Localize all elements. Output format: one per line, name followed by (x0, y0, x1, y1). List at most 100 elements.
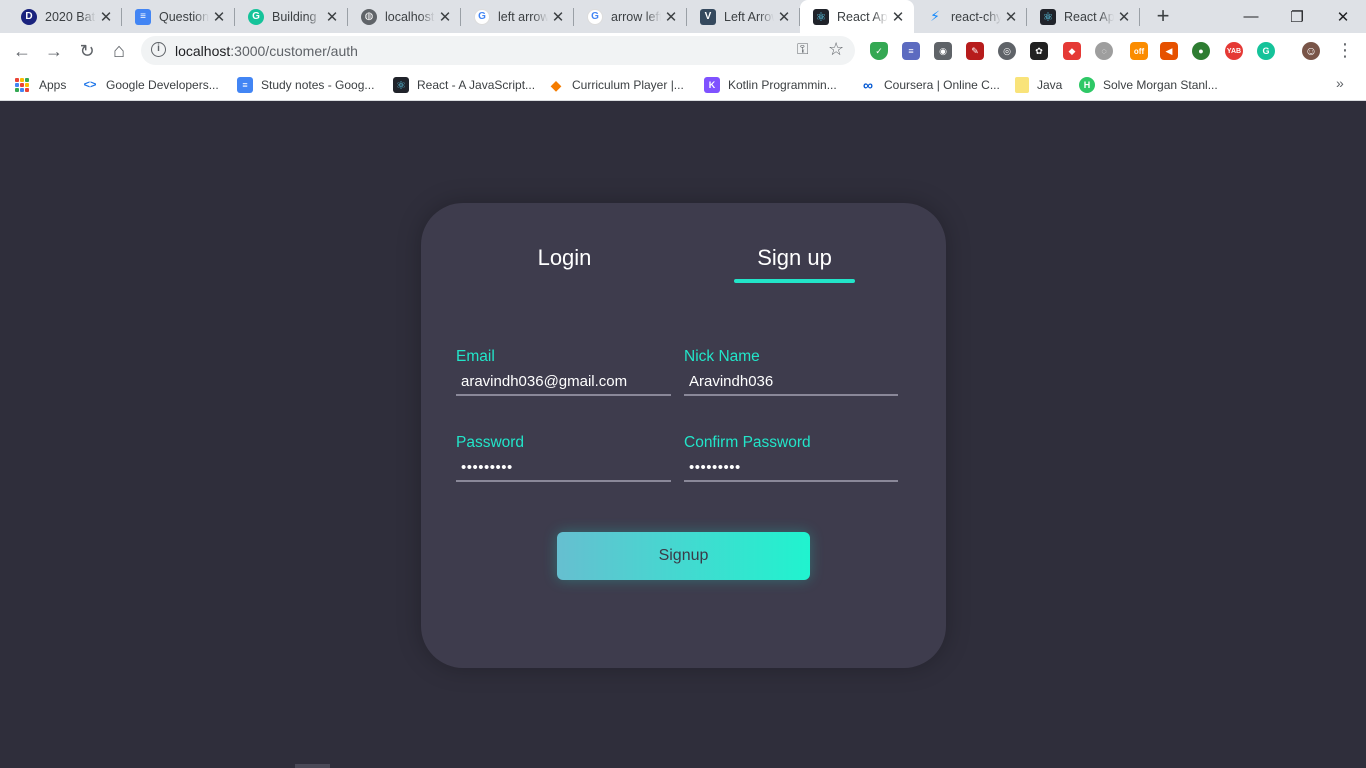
off-badge-ext-icon[interactable]: off (1130, 42, 1148, 60)
bookmark-react[interactable]: ⚛ React - A JavaScript... (393, 76, 535, 94)
bolt-icon: ⚡ (930, 8, 940, 24)
close-icon[interactable]: ✕ (661, 8, 681, 26)
shield-ext-icon[interactable]: ✓ (870, 42, 888, 60)
bookmark-kotlin[interactable]: K Kotlin Programmin... (704, 76, 837, 94)
kotlin-icon: K (704, 77, 720, 93)
email-input[interactable]: aravindh036@gmail.com (456, 368, 671, 396)
confirm-password-label: Confirm Password (684, 434, 811, 451)
bookmark-label: Java (1037, 78, 1063, 92)
site-info-icon[interactable]: i (151, 42, 166, 57)
nickname-field: Nick Name Aravindh036 (684, 348, 898, 396)
google-icon: G (587, 8, 603, 25)
bookmark-label: Google Developers... (106, 78, 219, 92)
google-icon: G (474, 8, 490, 25)
active-tab-underline (734, 279, 855, 283)
close-icon[interactable]: ✕ (209, 8, 229, 26)
circle-ext-icon[interactable]: ◎ (998, 42, 1016, 60)
bookmark-label: Kotlin Programmin... (728, 78, 837, 92)
eyedropper-ext-icon[interactable]: ✎ (966, 42, 984, 60)
reload-button[interactable]: ↻ (73, 37, 101, 65)
apps-grid-icon (15, 78, 29, 92)
email-label: Email (456, 348, 495, 365)
tab-title: React App (837, 9, 888, 24)
browser-tab-5[interactable]: G left arrow ✕ (461, 0, 574, 33)
bookmark-label: Coursera | Online C... (884, 78, 1000, 92)
tab-separator (1139, 8, 1140, 26)
new-tab-button[interactable]: + (1150, 4, 1176, 30)
bookmark-hackerrank[interactable]: H Solve Morgan Stanl... (1079, 76, 1218, 94)
nickname-label: Nick Name (684, 348, 760, 365)
bookmark-label: Solve Morgan Stanl... (1103, 78, 1218, 92)
maximize-button[interactable]: ❐ (1274, 0, 1320, 33)
bookmark-star-icon[interactable]: ☆ (828, 39, 844, 60)
tab-title: localhost (385, 9, 435, 24)
browser-tab-9[interactable]: ⚡ react-chy ✕ (914, 0, 1027, 33)
bookmark-coursera[interactable]: ∞ Coursera | Online C... (860, 76, 1000, 94)
puzzle-ext-icon[interactable]: ◆ (1063, 42, 1081, 60)
react-icon: ⚛ (393, 77, 409, 93)
address-bar[interactable]: i localhost:3000/customer/auth ⚿ ☆ (141, 36, 855, 65)
browser-tab-10[interactable]: ⚛ React App ✕ (1027, 0, 1140, 33)
paw-ext-icon[interactable]: ✿ (1030, 42, 1048, 60)
close-icon[interactable]: ✕ (888, 8, 908, 26)
browser-tab-7[interactable]: V Left Arrow ✕ (687, 0, 800, 33)
bookmark-study-notes[interactable]: ≡ Study notes - Goog... (237, 76, 374, 94)
camera-ext-icon[interactable]: ◉ (934, 42, 952, 60)
bookmark-google-developers[interactable]: <> Google Developers... (82, 76, 219, 94)
confirm-password-input[interactable]: ••••••••• (684, 454, 898, 482)
confirm-password-field: Confirm Password ••••••••• (684, 434, 898, 482)
tab-title: react-chy (951, 9, 1001, 24)
browser-tab-2[interactable]: ≡ Question ✕ (122, 0, 235, 33)
nickname-input[interactable]: Aravindh036 (684, 368, 898, 396)
close-icon[interactable]: ✕ (435, 8, 455, 26)
page-content: Login Sign up Email aravindh036@gmail.co… (0, 102, 1366, 768)
compass-ext-icon[interactable]: ◌ (1095, 42, 1113, 60)
close-icon[interactable]: ✕ (96, 8, 116, 26)
stack-ext-icon[interactable]: ≡ (902, 42, 920, 60)
tab-title: Question (159, 9, 209, 24)
close-icon[interactable]: ✕ (774, 8, 794, 26)
react-icon: ⚛ (813, 8, 829, 25)
yab-ext-icon[interactable]: YAB (1225, 42, 1243, 60)
tab-login[interactable]: Login (517, 245, 612, 271)
browser-menu-button[interactable]: ⋮ (1336, 40, 1354, 60)
password-input[interactable]: ••••••••• (456, 454, 671, 482)
tab-title: arrow left (611, 9, 661, 24)
bookmarks-bar: Apps <> Google Developers... ≡ Study not… (0, 69, 1366, 101)
globe-warning-ext-icon[interactable]: ● (1192, 42, 1210, 60)
close-icon[interactable]: ✕ (322, 8, 342, 26)
close-icon[interactable]: ✕ (1114, 8, 1134, 26)
minimize-button[interactable]: — (1228, 0, 1274, 33)
tab-title: 2020 Batch (45, 9, 96, 24)
home-button[interactable]: ⌂ (105, 37, 133, 65)
browser-tab-4[interactable]: ◍ localhost ✕ (348, 0, 461, 33)
signup-button[interactable]: Signup (557, 532, 810, 580)
tab-signup[interactable]: Sign up (734, 245, 855, 271)
bookmark-label: Curriculum Player |... (572, 78, 684, 92)
react-icon: ⚛ (1040, 8, 1056, 25)
back-button[interactable]: ← (8, 37, 36, 65)
close-icon[interactable]: ✕ (1001, 8, 1021, 26)
grammarly-ext-icon[interactable]: G (1257, 42, 1275, 60)
browser-tab-6[interactable]: G arrow left ✕ (574, 0, 687, 33)
browser-tab-active[interactable]: ⚛ React App ✕ (800, 0, 914, 33)
close-window-button[interactable]: ✕ (1320, 0, 1366, 33)
browser-tab-1[interactable]: D 2020 Batch ✕ (8, 0, 122, 33)
folder-icon (1015, 77, 1029, 93)
megaphone-ext-icon[interactable]: ◀ (1160, 42, 1178, 60)
bookmarks-overflow-button[interactable]: » (1336, 75, 1344, 91)
bookmark-label: React - A JavaScript... (417, 78, 536, 92)
close-icon[interactable]: ✕ (548, 8, 568, 26)
bookmark-apps[interactable]: Apps (15, 76, 66, 94)
browser-toolbar: ← → ↻ ⌂ i localhost:3000/customer/auth ⚿… (0, 33, 1366, 69)
hackerrank-icon: H (1079, 77, 1095, 93)
profile-avatar-icon[interactable]: ☺ (1302, 42, 1320, 60)
bookmark-java-folder[interactable]: Java (1015, 76, 1062, 94)
url-host: localhost (175, 43, 231, 59)
bookmark-label: Study notes - Goog... (261, 78, 375, 92)
bookmark-curriculum-player[interactable]: ◆ Curriculum Player |... (548, 76, 684, 94)
browser-tab-3[interactable]: G Building ✕ (235, 0, 348, 33)
forward-button[interactable]: → (40, 37, 68, 65)
key-icon[interactable]: ⚿ (797, 41, 808, 58)
url-text[interactable]: localhost:3000/customer/auth (175, 43, 358, 59)
